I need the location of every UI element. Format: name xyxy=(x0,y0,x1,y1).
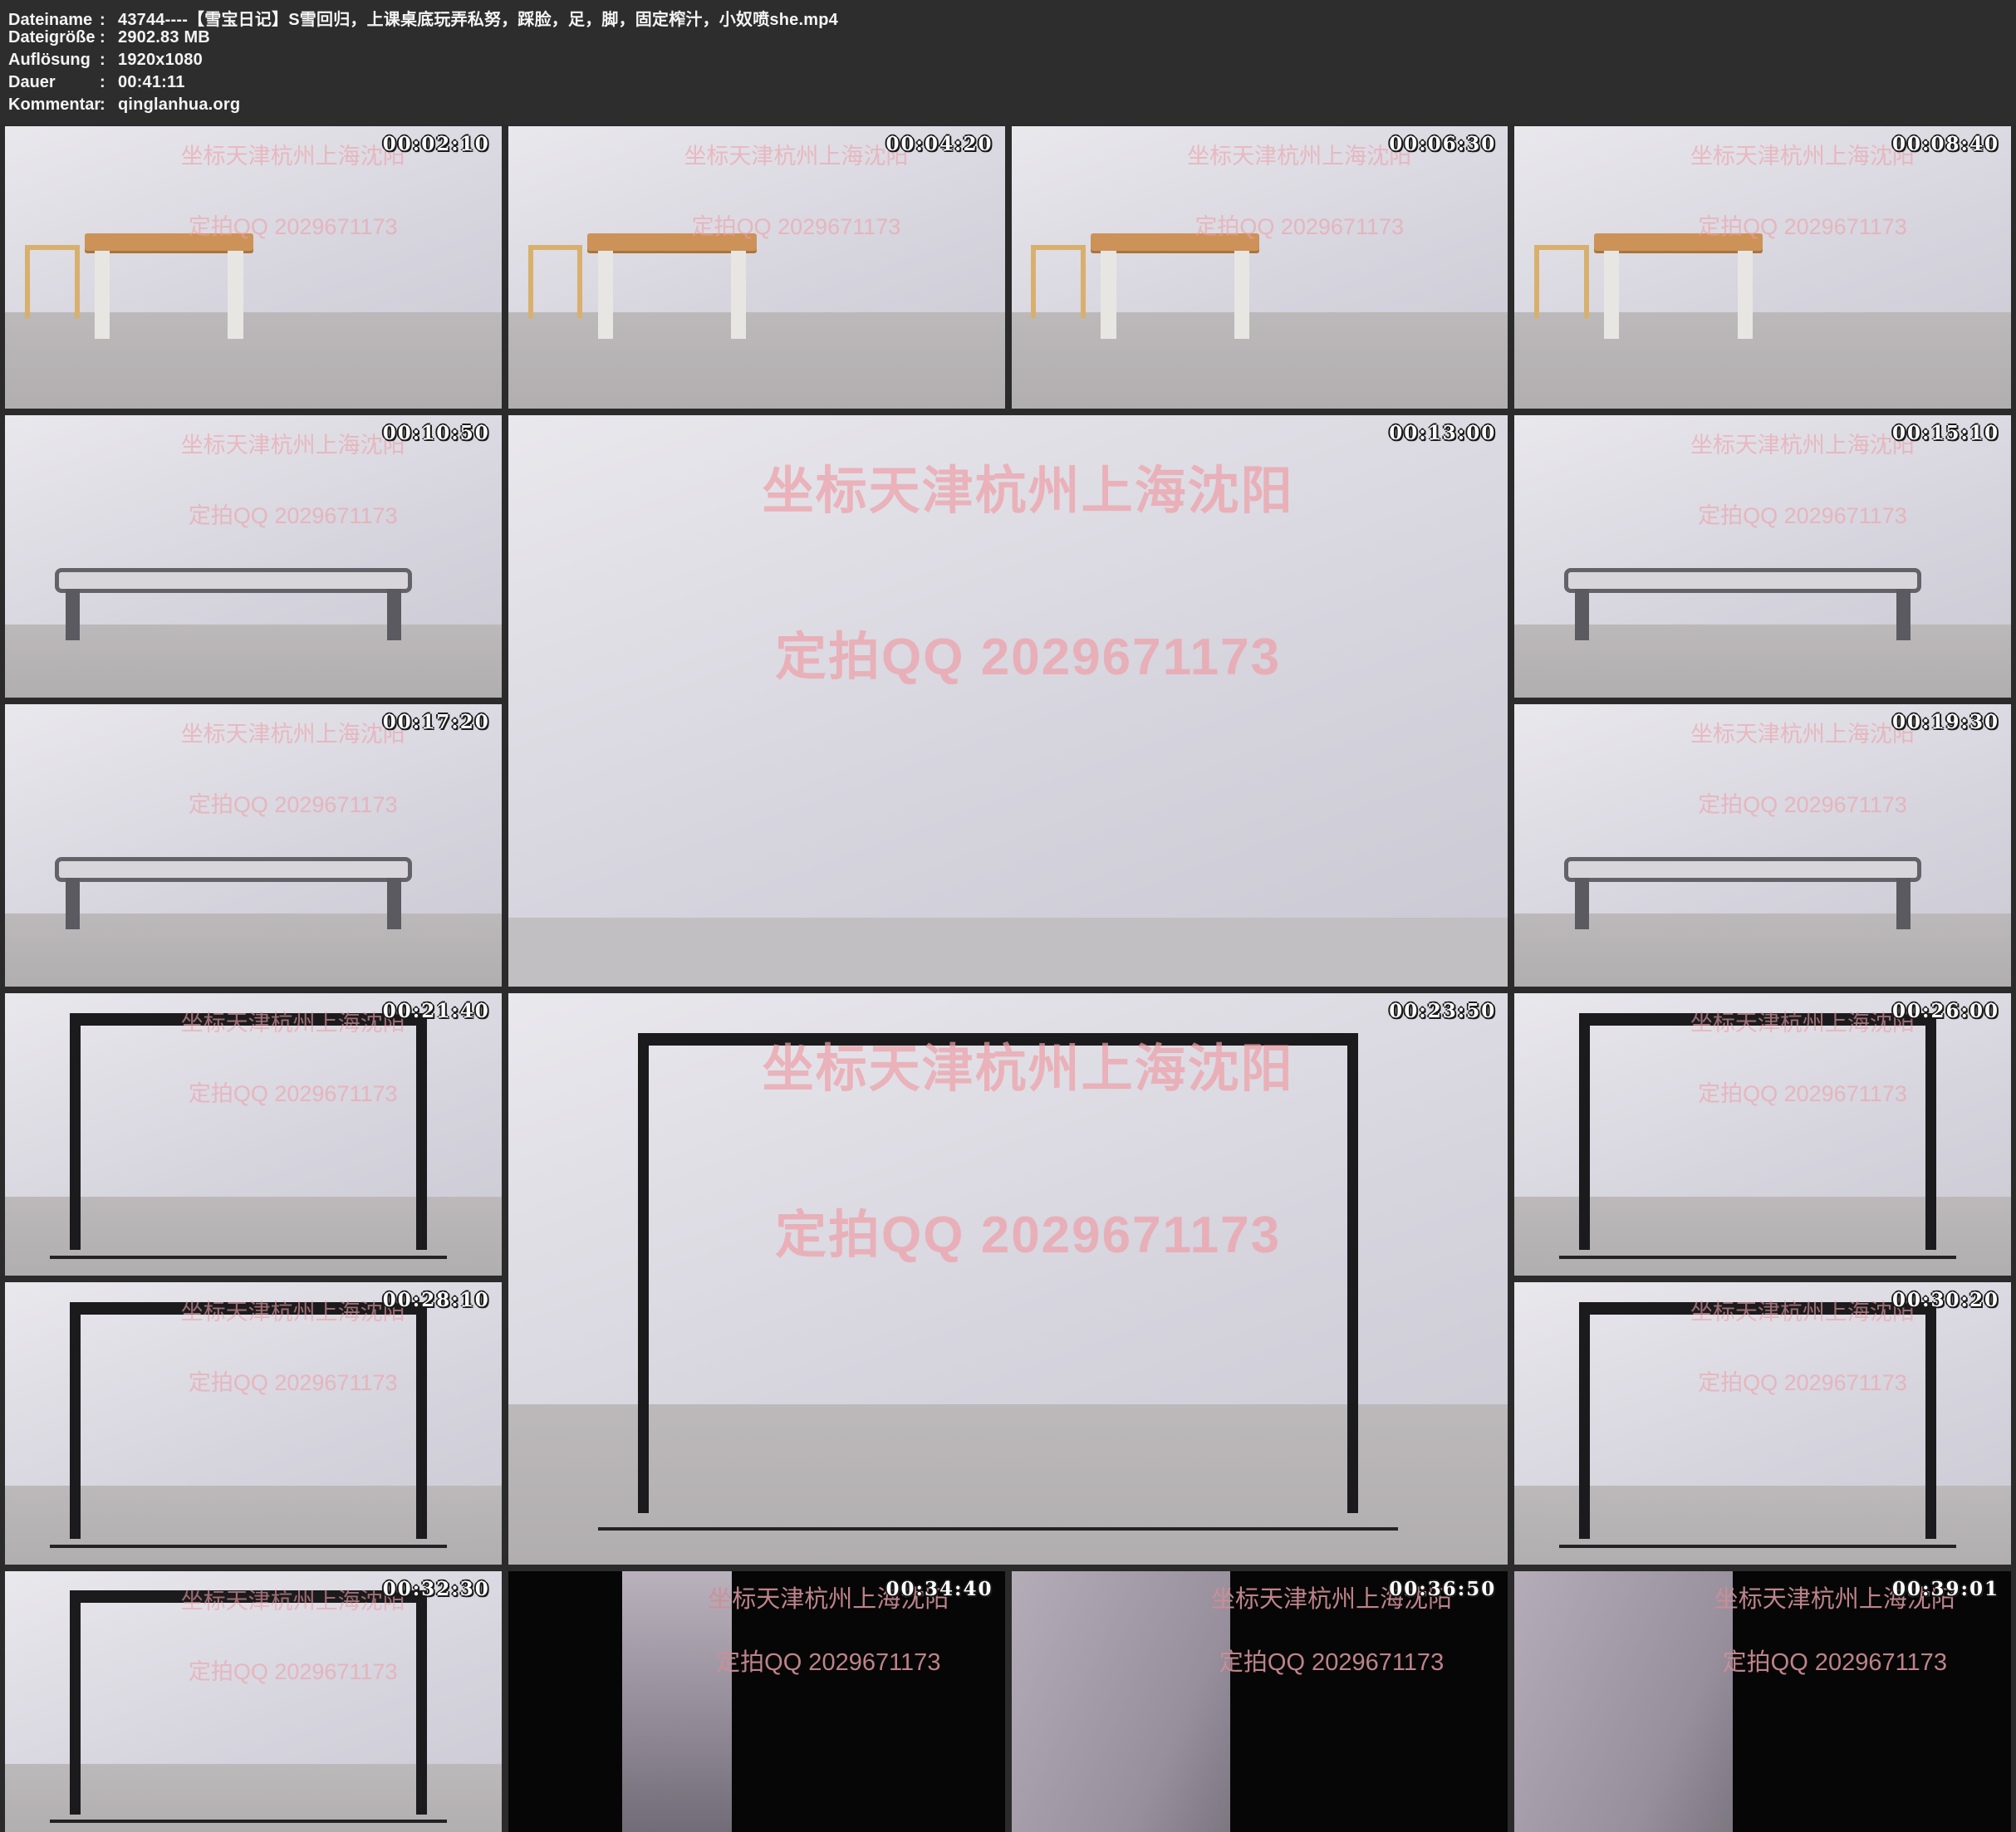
metal-frame-silhouette xyxy=(70,1302,427,1540)
timestamp-overlay: 00:23:50 xyxy=(1389,1000,1496,1022)
metadata-row-filename: Dateiname : 43744----【雪宝日记】S雪回归，上课桌底玩弄私努… xyxy=(8,6,2016,28)
scene-carpet xyxy=(1514,312,2011,409)
metadata-row-filesize: Dateigröße : 2902.83 MB xyxy=(8,28,2016,51)
timestamp-overlay: 00:26:00 xyxy=(1892,1000,1999,1022)
video-thumbnail-3: 坐标天津杭州上海沈阳 定拍QQ 2029671173 00:06:30 xyxy=(1012,126,1508,409)
comment-value: qinglanhua.org xyxy=(118,96,240,115)
metadata-row-comment: Kommentar : qinglanhua.org xyxy=(8,96,2016,118)
video-thumbnail-8: 坐标天津杭州上海沈阳 定拍QQ 2029671173 00:17:20 xyxy=(5,704,502,987)
video-thumbnail-2: 坐标天津杭州上海沈阳 定拍QQ 2029671173 00:04:20 xyxy=(508,126,1005,409)
timestamp-overlay: 00:32:30 xyxy=(383,1578,490,1600)
timestamp-overlay: 00:36:50 xyxy=(1389,1578,1496,1600)
chair-silhouette xyxy=(25,245,80,318)
metadata-label: Kommentar xyxy=(8,96,100,115)
metadata-label: Dateigröße xyxy=(8,28,100,47)
video-thumbnail-7: 坐标天津杭州上海沈阳 定拍QQ 2029671173 00:15:10 xyxy=(1514,415,2011,698)
file-metadata-header: Dateiname : 43744----【雪宝日记】S雪回归，上课桌底玩弄私努… xyxy=(0,0,2016,125)
metadata-row-resolution: Auflösung : 1920x1080 xyxy=(8,51,2016,73)
video-thumbnail-13: 坐标天津杭州上海沈阳 定拍QQ 2029671173 00:28:10 xyxy=(5,1282,502,1565)
frame-base xyxy=(598,1527,1398,1531)
scene-carpet xyxy=(508,312,1005,409)
metadata-row-duration: Dauer : 00:41:11 xyxy=(8,73,2016,96)
video-thumbnail-16: 坐标天津杭州上海沈阳 定拍QQ 2029671173 00:34:40 xyxy=(508,1571,1005,1832)
inset-image-strip xyxy=(1514,1571,1733,1832)
video-thumbnail-15: 坐标天津杭州上海沈阳 定拍QQ 2029671173 00:32:30 xyxy=(5,1571,502,1832)
metal-frame-silhouette xyxy=(1579,1302,1936,1540)
timestamp-overlay: 00:10:50 xyxy=(383,422,490,444)
metal-frame-silhouette xyxy=(1579,1013,1936,1251)
cot-silhouette xyxy=(55,857,412,883)
video-thumbnail-9: 坐标天津杭州上海沈阳 定拍QQ 2029671173 00:19:30 xyxy=(1514,704,2011,987)
timestamp-overlay: 00:15:10 xyxy=(1892,422,1999,444)
filename-value: 43744----【雪宝日记】S雪回归，上课桌底玩弄私努，踩脸，足，脚，固定榨汁… xyxy=(118,6,838,30)
scene-wall xyxy=(508,415,1508,987)
timestamp-overlay: 00:04:20 xyxy=(885,133,993,155)
scene-carpet xyxy=(5,312,502,409)
video-thumbnail-11-large: 坐标天津杭州上海沈阳 定拍QQ 2029671173 00:23:50 xyxy=(508,993,1508,1565)
cot-silhouette xyxy=(1564,857,1921,883)
video-thumbnail-5: 坐标天津杭州上海沈阳 定拍QQ 2029671173 00:10:50 xyxy=(5,415,502,698)
video-thumbnail-10: 坐标天津杭州上海沈阳 定拍QQ 2029671173 00:21:40 xyxy=(5,993,502,1276)
metal-frame-silhouette xyxy=(638,1033,1358,1513)
scene-background xyxy=(508,1571,1005,1832)
metal-frame-silhouette xyxy=(70,1013,427,1251)
video-thumbnail-4: 坐标天津杭州上海沈阳 定拍QQ 2029671173 00:08:40 xyxy=(1514,126,2011,409)
filesize-value: 2902.83 MB xyxy=(118,28,210,47)
thumbnail-grid: 坐标天津杭州上海沈阳 定拍QQ 2029671173 00:02:10 坐标天津… xyxy=(0,125,2016,1832)
video-thumbnail-6-large: 坐标天津杭州上海沈阳 定拍QQ 2029671173 00:13:00 xyxy=(508,415,1508,987)
video-thumbnail-12: 坐标天津杭州上海沈阳 定拍QQ 2029671173 00:26:00 xyxy=(1514,993,2011,1276)
desk-silhouette xyxy=(1594,233,1763,250)
metadata-colon: : xyxy=(100,96,118,115)
metadata-colon: : xyxy=(100,73,118,92)
frame-base xyxy=(50,1820,447,1823)
duration-value: 00:41:11 xyxy=(118,73,185,92)
metadata-colon: : xyxy=(100,51,118,70)
desk-silhouette xyxy=(587,233,756,250)
timestamp-overlay: 00:34:40 xyxy=(885,1578,993,1600)
frame-base xyxy=(1559,1545,1956,1548)
chair-silhouette xyxy=(1031,245,1086,318)
metadata-colon: : xyxy=(100,28,118,47)
resolution-value: 1920x1080 xyxy=(118,51,203,70)
metadata-label: Auflösung xyxy=(8,51,100,70)
video-thumbnail-1: 坐标天津杭州上海沈阳 定拍QQ 2029671173 00:02:10 xyxy=(5,126,502,409)
desk-silhouette xyxy=(85,233,253,250)
video-thumbnail-14: 坐标天津杭州上海沈阳 定拍QQ 2029671173 00:30:20 xyxy=(1514,1282,2011,1565)
frame-base xyxy=(50,1256,447,1259)
cot-silhouette xyxy=(1564,568,1921,594)
frame-base xyxy=(1559,1256,1956,1259)
inset-image-strip xyxy=(622,1571,732,1832)
metal-frame-silhouette xyxy=(70,1590,427,1815)
timestamp-overlay: 00:13:00 xyxy=(1389,422,1496,444)
metadata-colon: : xyxy=(100,11,118,30)
metadata-label: Dateiname xyxy=(8,11,100,30)
cot-silhouette xyxy=(55,568,412,594)
scene-carpet xyxy=(508,918,1508,987)
video-thumbnail-17: 坐标天津杭州上海沈阳 定拍QQ 2029671173 00:36:50 xyxy=(1012,1571,1508,1832)
inset-image-strip xyxy=(1012,1571,1230,1832)
scene-carpet xyxy=(1012,312,1508,409)
video-thumbnail-18: 坐标天津杭州上海沈阳 定拍QQ 2029671173 00:39:01 xyxy=(1514,1571,2011,1832)
timestamp-overlay: 00:08:40 xyxy=(1892,133,1999,155)
chair-silhouette xyxy=(1534,245,1589,318)
timestamp-overlay: 00:28:10 xyxy=(383,1289,490,1311)
timestamp-overlay: 00:21:40 xyxy=(383,1000,490,1022)
metadata-label: Dauer xyxy=(8,73,100,92)
timestamp-overlay: 00:02:10 xyxy=(383,133,490,155)
timestamp-overlay: 00:19:30 xyxy=(1892,711,1999,733)
timestamp-overlay: 00:06:30 xyxy=(1389,133,1496,155)
timestamp-overlay: 00:17:20 xyxy=(383,711,490,733)
desk-silhouette xyxy=(1091,233,1259,250)
frame-base xyxy=(50,1545,447,1548)
chair-silhouette xyxy=(528,245,583,318)
timestamp-overlay: 00:30:20 xyxy=(1892,1289,1999,1311)
timestamp-overlay: 00:39:01 xyxy=(1892,1578,1999,1600)
